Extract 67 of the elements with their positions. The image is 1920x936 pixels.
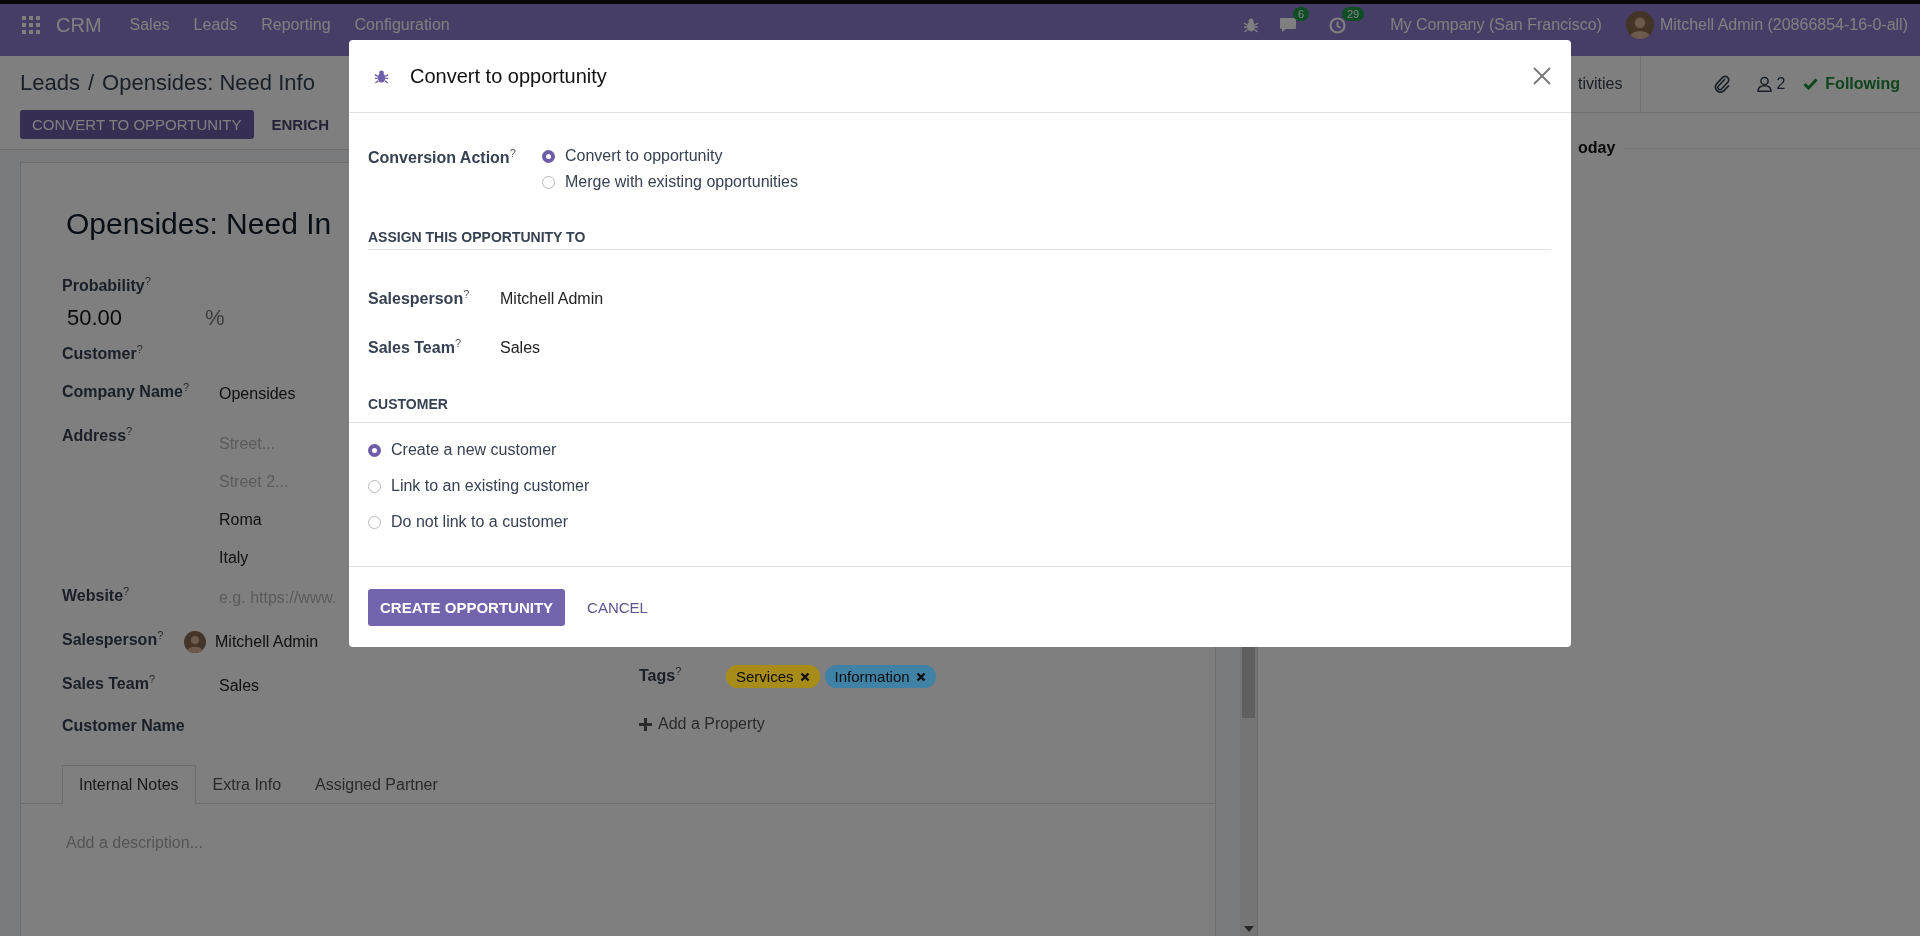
chat-icon[interactable]: [1278, 17, 1297, 33]
menu-item[interactable]: Sales: [129, 16, 170, 34]
tab[interactable]: Internal Notes: [62, 765, 196, 805]
field-value[interactable]: Sales: [500, 338, 541, 357]
field-label: Website$^{?}$: [62, 585, 131, 606]
add-property-link[interactable]: Add a Property: [658, 715, 765, 733]
field-label: Salesperson$^{?}$: [62, 629, 165, 650]
clock-icon[interactable]: [1329, 16, 1346, 34]
field-label: Probability$^{?}$: [62, 277, 151, 295]
create-button[interactable]: CREATE OPPORTUNITY: [368, 588, 566, 626]
breadcrumb-link[interactable]: Leads: [20, 70, 80, 96]
bug-icon: [374, 68, 389, 84]
field-label: Sales Team$^{?}$: [368, 337, 462, 358]
activities-button[interactable]: tivities: [1578, 69, 1623, 99]
tab[interactable]: Extra Info: [195, 765, 299, 805]
field-label: Customer$^{?}$: [62, 343, 144, 364]
user-menu[interactable]: Mitchell Admin (20866854-16-0-all): [1659, 16, 1908, 34]
count-badge: 6: [1292, 7, 1309, 21]
cancel-button[interactable]: CANCEL: [575, 588, 660, 626]
plus-icon[interactable]: [639, 717, 652, 731]
enrich-button[interactable]: ENRICH: [259, 110, 341, 139]
date-separator: oday: [1578, 139, 1616, 157]
breadcrumb-separator: /: [87, 70, 95, 96]
field-value[interactable]: Mitchell Admin: [215, 629, 319, 656]
close-icon[interactable]: [1533, 67, 1551, 85]
breadcrumb-current: Opensides: Need Info: [102, 70, 315, 96]
bug-icon[interactable]: [1242, 17, 1259, 33]
remove-icon[interactable]: [799, 671, 810, 682]
field-label: Company Name$^{?}$: [62, 381, 191, 402]
field-label: Address$^{?}$: [62, 425, 134, 446]
count-badge: 29: [1342, 6, 1365, 21]
tag[interactable]: Services: [726, 665, 820, 688]
remove-icon[interactable]: [915, 671, 926, 682]
apps-menu-icon[interactable]: [22, 16, 40, 34]
radio-option[interactable]: Do not link to a customer: [368, 513, 1551, 531]
field-label: Sales Team$^{?}$: [62, 673, 156, 694]
section-heading: CUSTOMER: [368, 396, 449, 414]
radio-option[interactable]: Link to an existing customer: [368, 477, 1551, 495]
field-label: Tags$^{?}$: [639, 665, 683, 686]
menu-item[interactable]: Configuration: [354, 16, 450, 34]
followers-button[interactable]: 2: [1751, 74, 1792, 94]
tag[interactable]: Information: [824, 665, 936, 688]
field-label: Conversion Action$^{?}$: [368, 147, 517, 169]
avatar-icon: [184, 631, 206, 654]
menu-item[interactable]: Reporting: [261, 16, 331, 34]
following-button[interactable]: Following: [1797, 74, 1906, 94]
avatar-icon: [1625, 11, 1654, 39]
menu-item[interactable]: Leads: [193, 16, 238, 34]
person-icon: [1757, 76, 1773, 92]
app-name-link[interactable]: CRM: [56, 13, 102, 37]
convert-button[interactable]: CONVERT TO OPPORTUNITY: [20, 110, 254, 139]
record-title: Opensides: Need In: [66, 206, 332, 241]
field-value[interactable]: Mitchell Admin: [500, 289, 604, 308]
probability-field[interactable]: 50.00: [62, 305, 205, 332]
field-label: Salesperson$^{?}$: [368, 288, 471, 309]
company-switcher[interactable]: My Company (San Francisco): [1390, 16, 1602, 34]
radio-option[interactable]: Merge with existing opportunities: [542, 173, 798, 191]
dialog-title: Convert to opportunity: [410, 64, 607, 88]
paperclip-icon[interactable]: [1713, 74, 1732, 94]
tab[interactable]: Assigned Partner: [298, 765, 455, 805]
check-icon: [1803, 78, 1819, 90]
radio-option[interactable]: Create a new customer: [368, 441, 1551, 459]
section-heading: ASSIGN THIS OPPORTUNITY TO: [368, 229, 1551, 250]
radio-option[interactable]: Convert to opportunity: [542, 147, 798, 165]
field-label: Customer Name: [62, 717, 186, 736]
percent-sign: %: [205, 305, 225, 332]
field-value[interactable]: Sales: [219, 673, 639, 700]
